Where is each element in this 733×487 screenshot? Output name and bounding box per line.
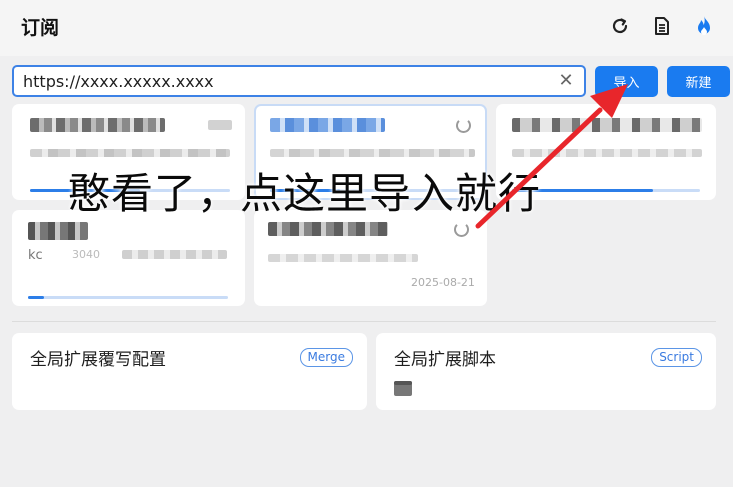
override-title: 全局扩展覆写配置	[30, 350, 166, 370]
annotation-arrow	[475, 84, 628, 229]
merge-badge: Merge	[299, 348, 353, 367]
global-override-card[interactable]: 全局扩展覆写配置 Merge	[12, 333, 367, 410]
script-title: 全局扩展脚本	[394, 350, 496, 370]
script-badge: Script	[651, 348, 702, 367]
global-script-card[interactable]: 全局扩展脚本 Script	[376, 333, 716, 410]
script-file-icon[interactable]	[394, 381, 412, 400]
section-divider	[12, 321, 716, 322]
